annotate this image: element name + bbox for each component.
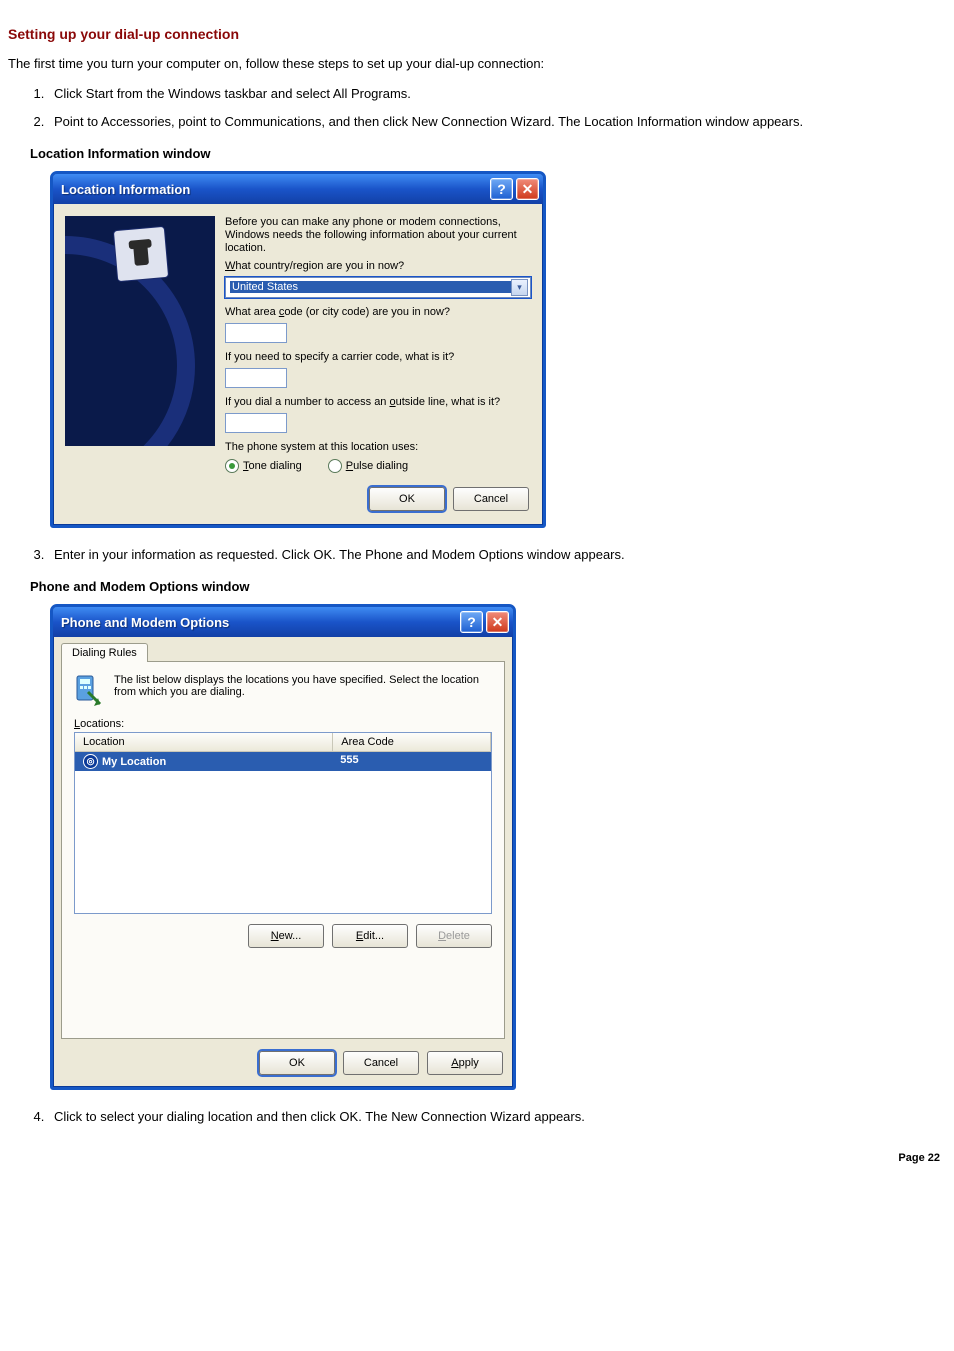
country-label: What country/region are you in now?	[225, 260, 531, 273]
tone-dialing-radio[interactable]: Tone dialing	[225, 459, 302, 473]
country-select[interactable]: United States ▾	[225, 277, 531, 298]
page-heading: Setting up your dial-up connection	[8, 26, 946, 42]
carrier-code-label: If you need to specify a carrier code, w…	[225, 351, 531, 364]
help-icon[interactable]: ?	[460, 611, 483, 633]
window-title: Location Information	[61, 182, 190, 197]
ok-button[interactable]: OK	[259, 1051, 335, 1075]
locations-list[interactable]: Location Area Code ◎ My Location 555	[74, 732, 492, 914]
cancel-button[interactable]: Cancel	[343, 1051, 419, 1075]
col-location[interactable]: Location	[75, 733, 333, 751]
row-area-code: 555	[332, 752, 491, 771]
phone-list-icon	[74, 674, 104, 708]
cancel-button[interactable]: Cancel	[453, 487, 529, 511]
list-header: Location Area Code	[75, 733, 491, 752]
dialog-graphic	[65, 216, 215, 446]
help-icon[interactable]: ?	[490, 178, 513, 200]
intro-text: The first time you turn your computer on…	[8, 56, 946, 71]
tab-dialing-rules[interactable]: Dialing Rules	[61, 643, 148, 662]
caption-phone-modem: Phone and Modem Options window	[30, 579, 946, 594]
list-item[interactable]: ◎ My Location 555	[75, 752, 491, 771]
col-area-code[interactable]: Area Code	[333, 733, 491, 751]
area-code-input[interactable]	[225, 323, 287, 343]
country-value: United States	[230, 281, 511, 293]
row-location-name: My Location	[102, 756, 166, 768]
page-number: Page 22	[8, 1152, 946, 1164]
dialog2-desc: The list below displays the locations yo…	[114, 674, 492, 698]
apply-button[interactable]: Apply	[427, 1051, 503, 1075]
outside-line-label: If you dial a number to access an outsid…	[225, 396, 531, 409]
phone-icon	[113, 226, 169, 282]
phone-modem-options-window: Phone and Modem Options ? ✕ Dialing Rule…	[50, 604, 516, 1090]
tab-page: The list below displays the locations yo…	[61, 661, 505, 1039]
window-title: Phone and Modem Options	[61, 615, 229, 630]
delete-button: Delete	[416, 924, 492, 948]
chevron-down-icon[interactable]: ▾	[511, 279, 528, 296]
caption-location-info: Location Information window	[30, 146, 946, 161]
location-information-window: Location Information ? ✕ Before you can …	[50, 171, 546, 528]
dialog-intro: Before you can make any phone or modem c…	[225, 216, 531, 256]
phone-system-label: The phone system at this location uses:	[225, 441, 531, 454]
step-3: Enter in your information as requested. …	[48, 546, 946, 564]
area-code-label: What area code (or city code) are you in…	[225, 306, 531, 319]
carrier-code-input[interactable]	[225, 368, 287, 388]
titlebar: Location Information ? ✕	[53, 174, 543, 204]
step-4: Click to select your dialing location an…	[48, 1108, 946, 1126]
outside-line-input[interactable]	[225, 413, 287, 433]
close-icon[interactable]: ✕	[516, 178, 539, 200]
step-1: Click Start from the Windows taskbar and…	[48, 85, 946, 103]
ok-button[interactable]: OK	[369, 487, 445, 511]
locations-label: Locations:	[74, 718, 492, 730]
edit-button[interactable]: Edit...	[332, 924, 408, 948]
pulse-dialing-radio[interactable]: Pulse dialing	[328, 459, 408, 473]
location-row-icon: ◎	[83, 754, 98, 769]
close-icon[interactable]: ✕	[486, 611, 509, 633]
titlebar: Phone and Modem Options ? ✕	[53, 607, 513, 637]
new-button[interactable]: New...	[248, 924, 324, 948]
step-2: Point to Accessories, point to Communica…	[48, 113, 946, 131]
